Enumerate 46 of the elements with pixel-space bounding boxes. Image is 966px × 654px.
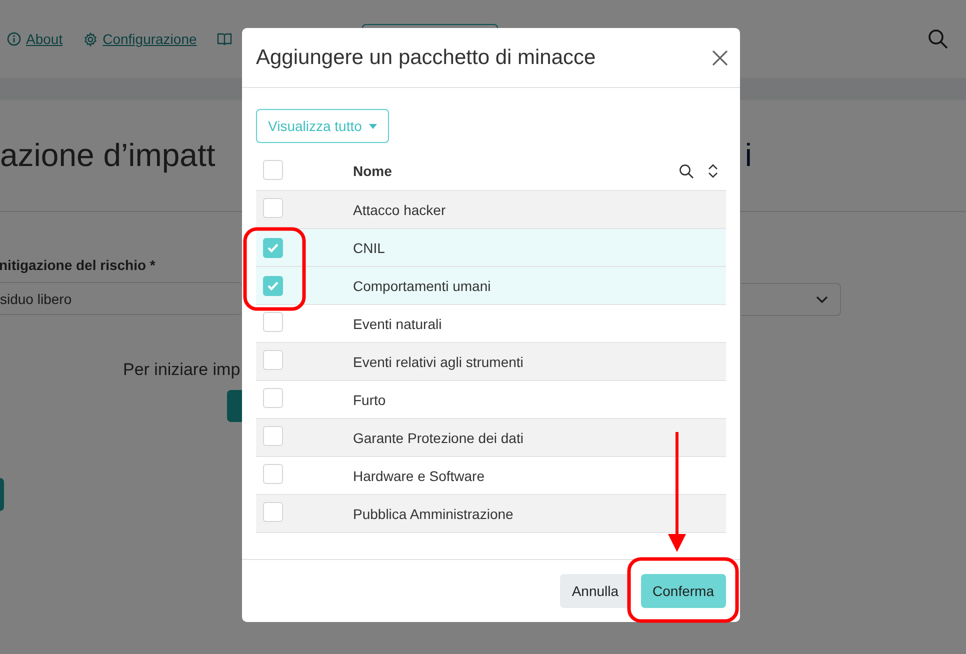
table-row[interactable]: Garante Protezione dei dati bbox=[256, 419, 726, 457]
search-icon[interactable] bbox=[679, 164, 694, 178]
table-cell-text: CNIL bbox=[353, 240, 386, 256]
dialog-title: Aggiungere un pacchetto di minacce bbox=[256, 46, 596, 70]
checkbox[interactable] bbox=[263, 464, 283, 484]
checkbox[interactable] bbox=[263, 160, 283, 180]
table-cell-text: Attacco hacker bbox=[353, 202, 447, 218]
checkbox[interactable] bbox=[263, 198, 283, 218]
select-field[interactable] bbox=[741, 283, 841, 316]
checkbox[interactable] bbox=[263, 276, 283, 296]
close-icon[interactable] bbox=[712, 50, 728, 66]
action-button[interactable] bbox=[227, 390, 242, 422]
hint-text: Per iniziare imp bbox=[123, 360, 240, 380]
table-row[interactable]: Eventi relativi agli strumenti bbox=[256, 343, 726, 381]
info-icon bbox=[7, 32, 21, 46]
check-icon bbox=[267, 280, 279, 290]
table-cell-text: Pubblica Amministrazione bbox=[353, 506, 514, 522]
table-row[interactable]: Comportamenti umani bbox=[256, 267, 726, 305]
table-cell-text: Furto bbox=[353, 392, 387, 408]
table-cell-text: Comportamenti umani bbox=[353, 278, 492, 294]
checkbox[interactable] bbox=[263, 238, 283, 258]
table-row[interactable]: Pubblica Amministrazione bbox=[256, 495, 726, 533]
table-cell-text: Garante Protezione dei dati bbox=[353, 430, 524, 446]
page-title: i bbox=[744, 137, 752, 174]
table-cell-text: Eventi naturali bbox=[353, 316, 443, 332]
input-field[interactable]: siduo libero bbox=[0, 282, 242, 315]
checkbox[interactable] bbox=[263, 426, 283, 446]
table-row[interactable]: CNIL bbox=[256, 229, 726, 267]
field-label: nitigazione del rischio * bbox=[0, 257, 156, 273]
nav-link[interactable] bbox=[216, 32, 232, 46]
page-title: azione d’impatt bbox=[0, 137, 216, 174]
sort-icon[interactable] bbox=[708, 164, 718, 178]
checkbox[interactable] bbox=[263, 312, 283, 332]
check-icon bbox=[267, 242, 279, 252]
table-cell-text: Hardware e Software bbox=[353, 468, 486, 484]
table-row[interactable]: Attacco hacker bbox=[256, 191, 726, 229]
confirm-button[interactable]: Conferma bbox=[640, 574, 726, 608]
checkbox[interactable] bbox=[263, 350, 283, 370]
gear-icon bbox=[82, 32, 98, 46]
column-header: Nome bbox=[353, 163, 393, 179]
checkbox[interactable] bbox=[263, 502, 283, 522]
checkbox[interactable] bbox=[263, 388, 283, 408]
book-icon bbox=[216, 32, 232, 46]
chevron-down-icon bbox=[816, 296, 828, 304]
table-cell-text: Eventi relativi agli strumenti bbox=[353, 354, 524, 370]
caret-icon bbox=[368, 124, 377, 128]
